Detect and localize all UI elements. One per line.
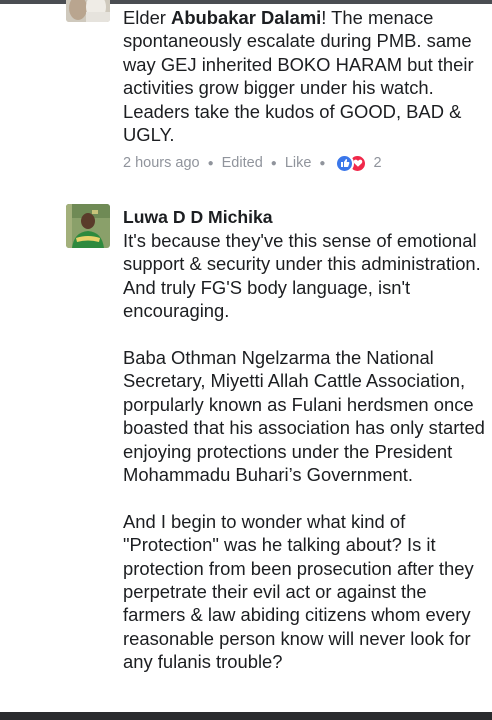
comment-body: Luwa D D Michika It's because they've th…	[123, 206, 485, 674]
comment-paragraph: And I begin to wonder what kind of "Prot…	[123, 510, 479, 673]
reactions-summary[interactable]: 2	[335, 153, 382, 173]
separator-dot: ●	[319, 157, 326, 169]
comment-text-prefix: Elder	[123, 7, 172, 28]
reaction-count: 2	[373, 155, 382, 172]
comment-meta: 2 hours ago ● Edited ● Like ● 2	[123, 152, 485, 174]
timestamp[interactable]: 2 hours ago	[123, 155, 200, 171]
comment-paragraph: It's because they've this sense of emoti…	[123, 230, 485, 322]
comment-paragraph: Baba Othman Ngelzarma the National Secre…	[123, 347, 491, 486]
edited-link[interactable]: Edited	[222, 155, 263, 171]
like-button[interactable]: Like	[285, 155, 312, 171]
bottom-edge-bar	[0, 712, 492, 720]
commenter-name[interactable]: Luwa D D Michika	[123, 206, 485, 228]
comment-body: Elder Abubakar Dalami! The menace sponta…	[123, 6, 485, 174]
comment-text: Elder Abubakar Dalami! The menace sponta…	[123, 6, 485, 146]
avatar-image	[66, 204, 110, 248]
separator-dot: ●	[270, 157, 277, 169]
mention-link[interactable]: Abubakar Dalami	[171, 7, 321, 28]
avatar[interactable]	[66, 0, 110, 22]
avatar-image	[66, 0, 110, 22]
separator-dot: ●	[207, 157, 214, 169]
avatar[interactable]	[66, 204, 110, 248]
